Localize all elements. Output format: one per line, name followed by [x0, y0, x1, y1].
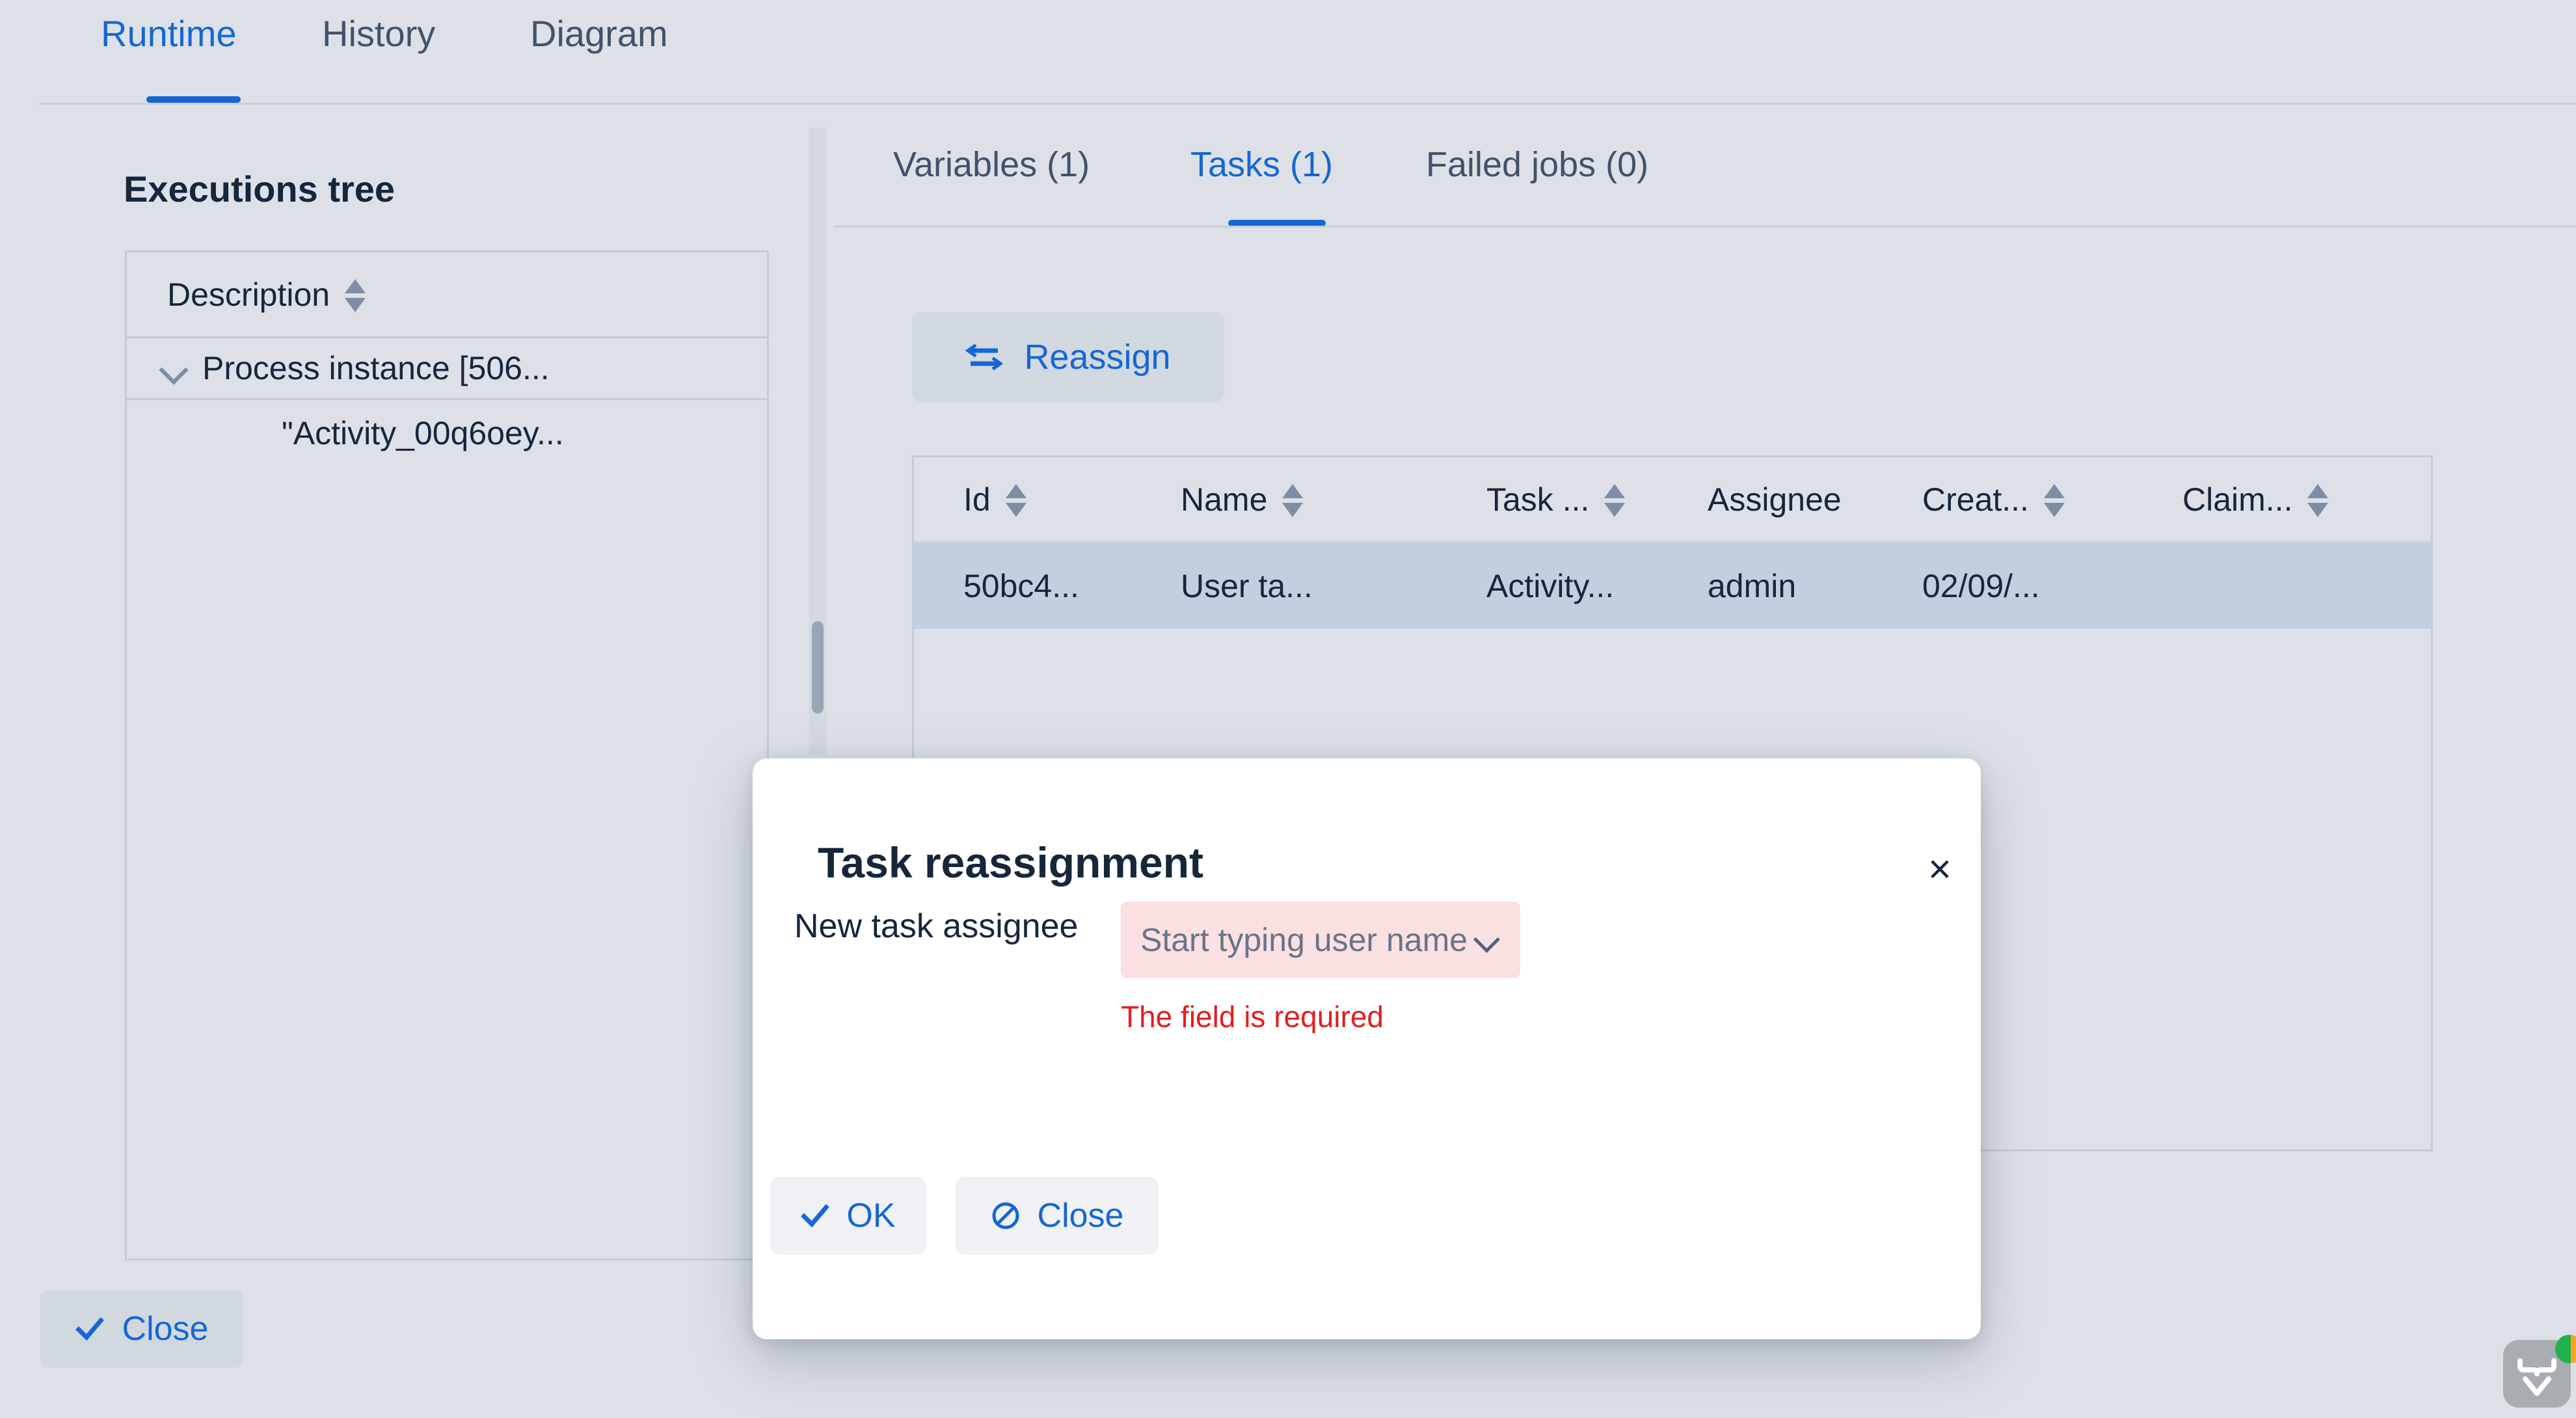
executions-tree-panel: Description Process instance [506... "Ac… — [125, 250, 769, 1261]
new-assignee-label: New task assignee — [794, 907, 1079, 945]
swap-arrows-icon — [965, 342, 1004, 372]
close-button-label: Close — [122, 1310, 209, 1348]
tree-row-label: Process instance [506... — [202, 350, 550, 386]
tab-diagram[interactable]: Diagram — [530, 16, 668, 52]
chevron-down-icon[interactable] — [158, 353, 188, 383]
dialog-close-button[interactable]: Close — [956, 1177, 1159, 1255]
column-header-label: Claim... — [2182, 481, 2293, 518]
new-assignee-select[interactable]: Start typing user name — [1121, 902, 1520, 978]
column-header-claimed[interactable]: Claim... — [2182, 481, 2378, 518]
ok-button-label: OK — [846, 1197, 896, 1235]
dialog-close-button-label: Close — [1037, 1197, 1124, 1235]
tree-column-header-description[interactable]: Description — [127, 252, 767, 338]
ban-icon — [991, 1201, 1021, 1231]
tab-history[interactable]: History — [322, 16, 435, 52]
column-header-label: Assignee — [1708, 481, 1842, 518]
column-header-created[interactable]: Creat... — [1922, 481, 2182, 518]
subtab-bar-divider — [834, 226, 2576, 228]
column-header-label: Id — [963, 481, 991, 518]
tree-column-header-label: Description — [167, 276, 330, 313]
sort-arrows-icon[interactable] — [1005, 484, 1027, 517]
primary-tab-bar: Runtime History Diagram — [0, 0, 2576, 105]
check-icon — [75, 1315, 104, 1343]
sort-arrows-icon[interactable] — [2307, 484, 2329, 517]
tab-variables[interactable]: Variables (1) — [893, 147, 1090, 182]
active-tab-indicator — [146, 96, 241, 103]
new-assignee-placeholder: Start typing user name — [1140, 922, 1468, 958]
tree-row-label: "Activity_00q6oey... — [282, 414, 564, 451]
sort-arrows-icon[interactable] — [344, 279, 366, 312]
task-reassignment-dialog: Task reassignment × New task assignee St… — [753, 758, 1981, 1339]
table-row[interactable]: 50bc4... User ta... Activity... admin 02… — [914, 543, 2431, 629]
cell-created: 02/09/... — [1922, 568, 2040, 604]
column-header-task-definition-key[interactable]: Task ... — [1486, 481, 1708, 518]
column-header-assignee[interactable]: Assignee — [1708, 481, 1922, 518]
reassign-button[interactable]: Reassign — [912, 312, 1224, 402]
cell-id: 50bc4... — [963, 568, 1079, 604]
check-icon — [801, 1201, 830, 1230]
cell-name: User ta... — [1181, 568, 1313, 604]
column-header-label: Task ... — [1486, 481, 1590, 518]
tab-runtime[interactable]: Runtime — [101, 16, 237, 52]
tab-tasks[interactable]: Tasks (1) — [1190, 147, 1333, 182]
extension-glyph-icon — [2516, 1357, 2558, 1397]
tasks-table-header-row: Id Name Task ... Assignee Creat... Claim… — [914, 457, 2431, 543]
cell-task: Activity... — [1486, 568, 1615, 604]
tab-bar-divider — [39, 103, 2576, 105]
tree-row-activity[interactable]: "Activity_00q6oey... — [127, 402, 767, 464]
column-header-label: Name — [1181, 481, 1268, 518]
sort-arrows-icon[interactable] — [2043, 484, 2065, 517]
dialog-title: Task reassignment — [818, 838, 1204, 887]
column-header-id[interactable]: Id — [914, 481, 1181, 518]
panel-scrollbar-thumb[interactable] — [812, 621, 824, 714]
executions-tree-title: Executions tree — [124, 168, 396, 209]
chevron-down-icon — [1475, 930, 1497, 952]
column-header-label: Creat... — [1922, 481, 2029, 518]
cell-assignee: admin — [1708, 568, 1797, 604]
sort-arrows-icon[interactable] — [1603, 484, 1626, 517]
tree-row-process-instance[interactable]: Process instance [506... — [127, 338, 767, 400]
tab-failed-jobs[interactable]: Failed jobs (0) — [1426, 147, 1648, 182]
reassign-button-label: Reassign — [1024, 338, 1171, 377]
ok-button[interactable]: OK — [770, 1177, 926, 1255]
field-error-message: The field is required — [1121, 1000, 1384, 1034]
close-button[interactable]: Close — [40, 1290, 243, 1368]
column-header-name[interactable]: Name — [1181, 481, 1486, 518]
sort-arrows-icon[interactable] — [1281, 484, 1304, 517]
close-x-icon[interactable]: × — [1917, 847, 1963, 892]
